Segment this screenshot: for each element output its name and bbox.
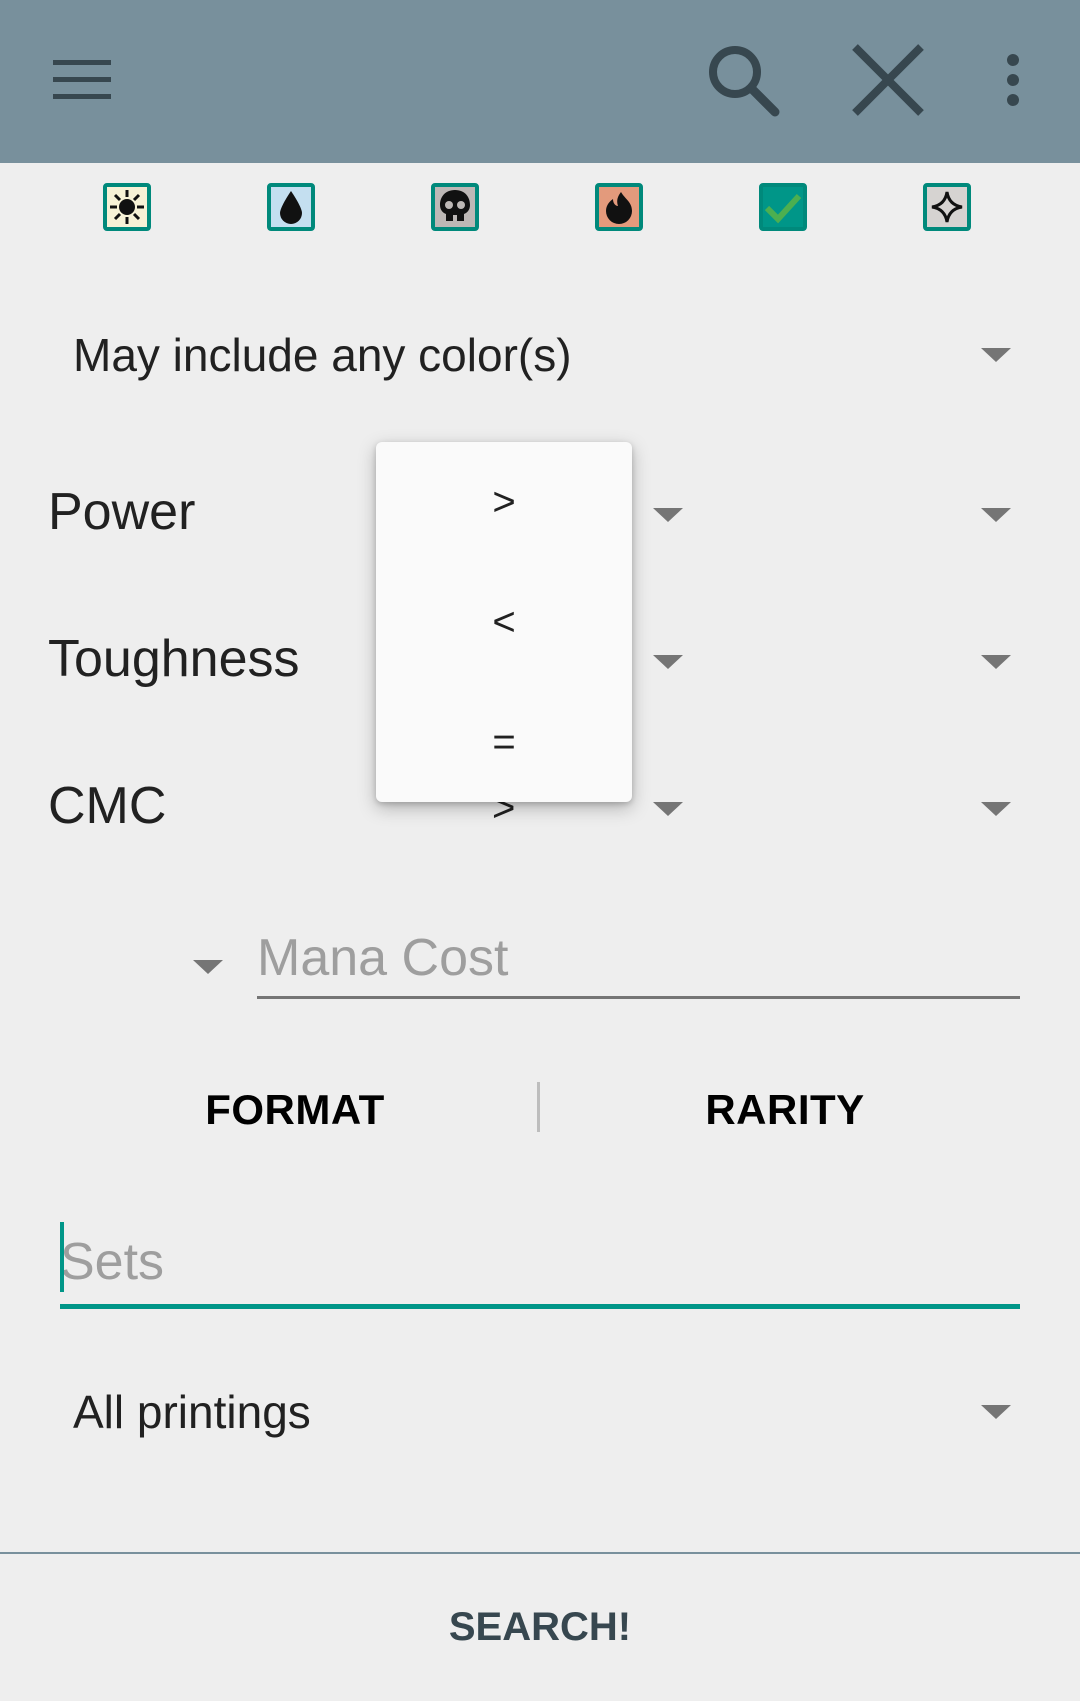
red-mana-checkbox[interactable] [595, 183, 643, 231]
more-vert-icon[interactable] [968, 30, 1058, 130]
operator-dropdown-menu: > < = [376, 442, 632, 802]
check-icon [763, 190, 803, 224]
operator-option-less[interactable]: < [376, 562, 632, 682]
bottom-bar: SEARCH! [0, 1552, 1080, 1701]
skull-icon [437, 188, 473, 226]
color-mode-spinner[interactable]: May include any color(s) [48, 310, 1020, 400]
color-mode-value: May include any color(s) [73, 329, 572, 381]
chevron-down-icon [981, 655, 1011, 669]
chevron-down-icon [193, 960, 223, 974]
printings-spinner[interactable]: All printings [48, 1367, 1020, 1457]
chevron-down-icon [981, 348, 1011, 362]
operator-option-equal[interactable]: = [376, 682, 632, 802]
chevron-down-icon [981, 802, 1011, 816]
chevron-down-icon [981, 1405, 1011, 1419]
mana-cost-input[interactable] [257, 920, 1020, 996]
green-mana-checkbox[interactable] [759, 183, 807, 231]
tab-divider [537, 1082, 540, 1132]
hamburger-icon[interactable] [28, 30, 138, 130]
printings-value: All printings [73, 1386, 311, 1438]
format-button[interactable]: FORMAT [80, 1080, 510, 1140]
power-value-spinner[interactable] [720, 470, 1020, 560]
mana-cost-field [257, 920, 1020, 999]
chevron-down-icon [981, 508, 1011, 522]
search-button[interactable]: SEARCH! [0, 1554, 1080, 1701]
black-mana-checkbox[interactable] [431, 183, 479, 231]
cmc-label: CMC [48, 777, 167, 835]
diamond-icon [929, 189, 965, 225]
toughness-value-spinner[interactable] [720, 617, 1020, 707]
power-label: Power [48, 483, 196, 541]
blue-mana-checkbox[interactable] [267, 183, 315, 231]
sun-icon [109, 189, 145, 225]
close-icon[interactable] [833, 30, 943, 130]
water-drop-icon [276, 189, 306, 225]
text-cursor [60, 1222, 64, 1292]
cmc-value-spinner[interactable] [720, 764, 1020, 854]
sets-input[interactable] [60, 1220, 1020, 1304]
toughness-label: Toughness [48, 630, 300, 688]
colorless-mana-checkbox[interactable] [923, 183, 971, 231]
rarity-button[interactable]: RARITY [570, 1080, 1000, 1140]
search-icon[interactable] [688, 30, 798, 130]
chevron-down-icon [653, 655, 683, 669]
operator-option-greater[interactable]: > [376, 442, 632, 562]
app-toolbar [0, 0, 1080, 163]
chevron-down-icon [653, 802, 683, 816]
mana-symbol-spinner[interactable] [180, 940, 240, 1000]
chevron-down-icon [653, 508, 683, 522]
sets-field [60, 1220, 1020, 1309]
white-mana-checkbox[interactable] [103, 183, 151, 231]
fire-icon [601, 189, 637, 225]
